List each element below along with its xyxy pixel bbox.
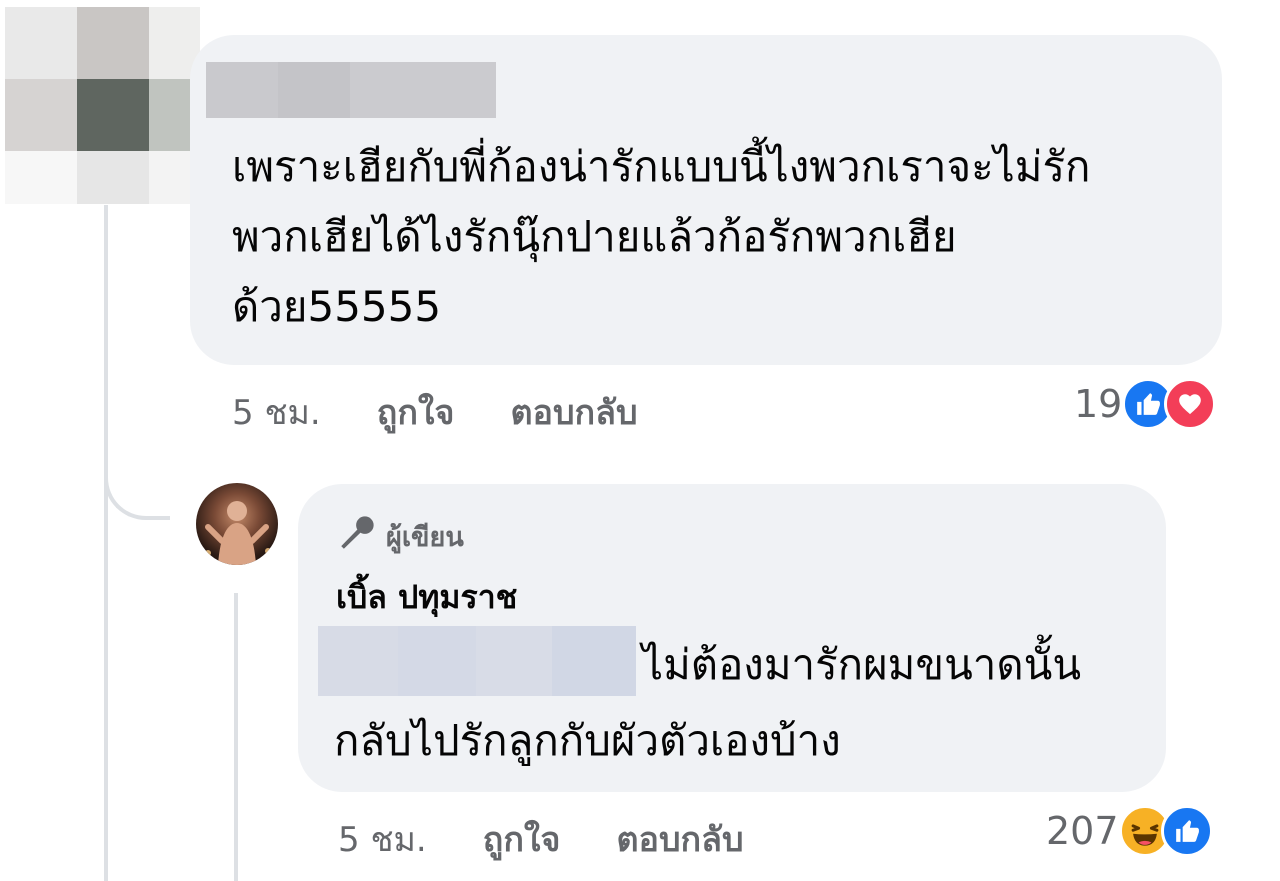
reaction-summary[interactable]: 207: [1046, 805, 1213, 857]
redacted-mention-tag[interactable]: [318, 626, 636, 696]
thread-branch-line: [104, 420, 170, 520]
avatar-pixel: [77, 7, 149, 79]
thread-line: [104, 205, 108, 881]
comment-text: เพราะเฮียกับพี่ก้องน่ารักแบบนี้ไงพวกเราจ…: [232, 142, 1091, 331]
reply-text-line-2: กลับไปรักลูกกับผัวตัวเองบ้าง: [334, 716, 841, 765]
reply-author-name[interactable]: เบิ้ล ปทุมราช: [336, 572, 517, 623]
redacted-author-name[interactable]: [206, 62, 496, 118]
reply-text-line-1: ไม่ต้องมารักผมขนาดนั้น: [642, 640, 1082, 689]
author-avatar[interactable]: [196, 483, 278, 565]
reply-thread-line: [234, 593, 238, 881]
comment-thread: เพราะเฮียกับพี่ก้องน่ารักแบบนี้ไงพวกเราจ…: [0, 0, 1280, 881]
avatar-pixel: [77, 79, 149, 151]
reaction-count: 19: [1074, 382, 1123, 426]
author-badge: ผู้เขียน: [336, 512, 464, 561]
avatar-pixel: [5, 79, 77, 151]
comment-actions: 5 ชม. ถูกใจ ตอบกลับ: [232, 385, 638, 439]
comment-time[interactable]: 5 ชม.: [232, 385, 321, 439]
avatar-pixelated[interactable]: [5, 7, 200, 204]
reaction-count: 207: [1046, 809, 1119, 853]
reaction-summary[interactable]: 19: [1074, 378, 1217, 430]
avatar-pixel: [77, 151, 149, 204]
love-icon: [1164, 378, 1217, 430]
author-badge-label: ผู้เขียน: [386, 522, 464, 553]
like-icon: [1160, 805, 1213, 857]
reply-time[interactable]: 5 ชม.: [338, 812, 427, 866]
reply-button[interactable]: ตอบกลับ: [510, 385, 637, 439]
avatar-pixel: [5, 7, 77, 79]
microphone-icon: [336, 512, 378, 561]
like-button[interactable]: ถูกใจ: [483, 812, 561, 866]
avatar-pixel: [5, 151, 77, 204]
reply-actions: 5 ชม. ถูกใจ ตอบกลับ: [338, 812, 744, 866]
reply-button[interactable]: ตอบกลับ: [616, 812, 743, 866]
like-button[interactable]: ถูกใจ: [377, 385, 455, 439]
